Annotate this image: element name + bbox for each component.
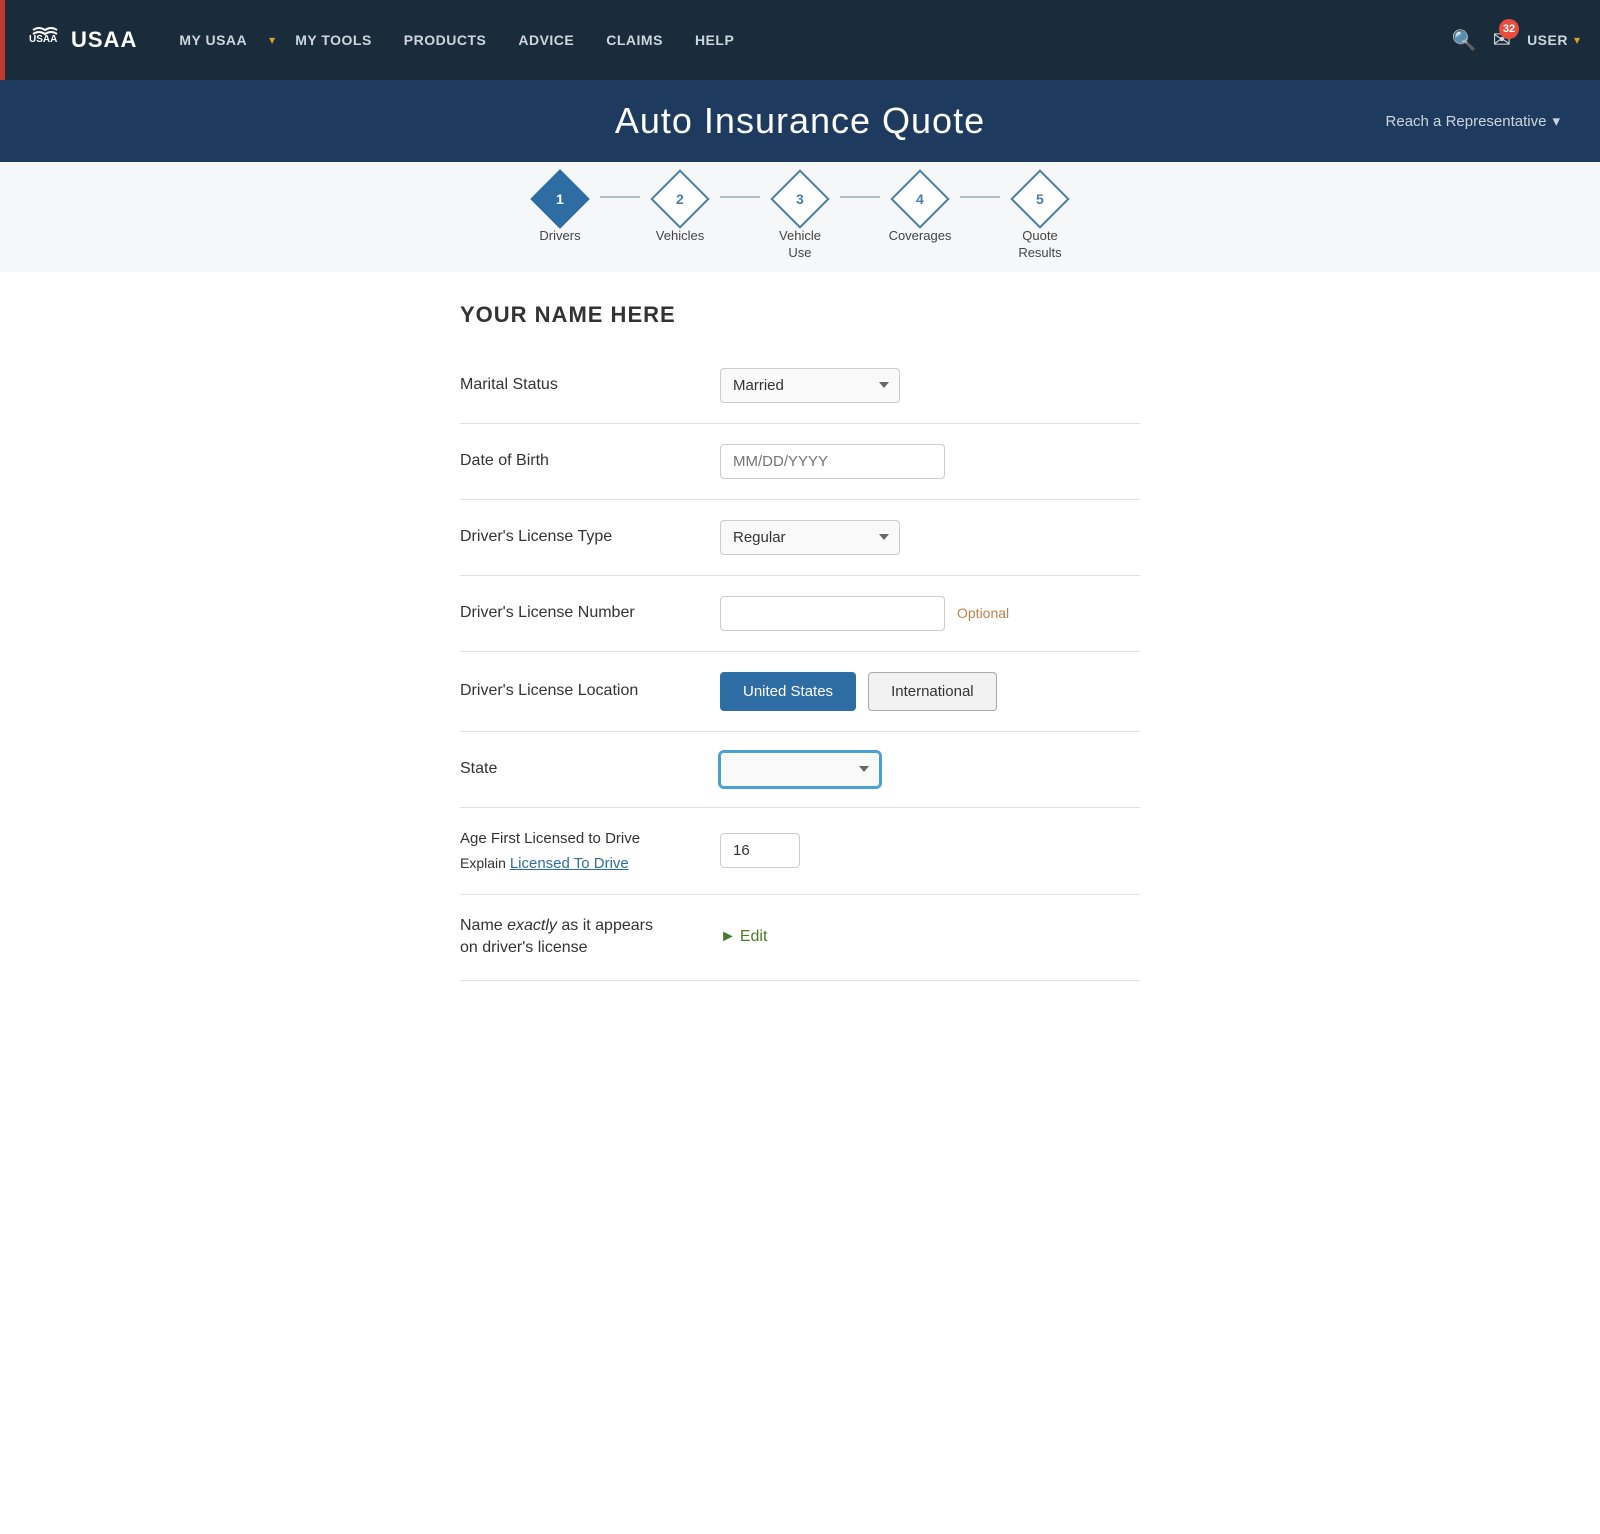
step-2-label: Vehicles [656, 228, 704, 245]
step-4-coverages[interactable]: 4 Coverages [860, 178, 980, 262]
date-of-birth-control [720, 444, 1140, 479]
state-control: Alabama Alaska Arizona California Texas [720, 752, 1140, 787]
nav-advice[interactable]: ADVICE [506, 32, 586, 48]
step-1-label: Drivers [539, 228, 580, 245]
license-location-label: Driver's License Location [460, 680, 720, 702]
step-4-number: 4 [916, 191, 924, 207]
progress-steps: 1 Drivers 2 Vehicles 3 VehicleUse 4 Cove… [0, 162, 1600, 272]
step-3-number: 3 [796, 191, 804, 207]
user-menu[interactable]: USER ▾ [1527, 32, 1580, 48]
explain-area: Explain Licensed To Drive [460, 853, 720, 874]
main-form: YOUR NAME HERE Marital Status Married Si… [420, 302, 1180, 981]
step-1-drivers[interactable]: 1 Drivers [500, 178, 620, 262]
nav-help[interactable]: HELP [683, 32, 746, 48]
date-of-birth-row: Date of Birth [460, 424, 1140, 500]
nav-claims[interactable]: CLAIMS [594, 32, 675, 48]
step-4-diamond: 4 [890, 169, 949, 228]
nav-products[interactable]: PRODUCTS [392, 32, 499, 48]
nav-right-controls: 🔍 ✉ 32 USER ▾ [1452, 27, 1580, 53]
reach-rep-chevron-icon: ▾ [1552, 112, 1560, 130]
date-of-birth-input[interactable] [720, 444, 945, 479]
step-4-label: Coverages [889, 228, 952, 245]
license-number-label: Driver's License Number [460, 602, 720, 624]
license-number-input[interactable] [720, 596, 945, 631]
search-icon[interactable]: 🔍 [1452, 28, 1477, 53]
age-licensed-control [720, 833, 1140, 868]
age-licensed-label: Age First Licensed to Drive [460, 828, 720, 849]
message-badge: 32 [1499, 19, 1519, 39]
step-5-number: 5 [1036, 191, 1044, 207]
messages-button[interactable]: ✉ 32 [1493, 27, 1511, 53]
name-on-license-row: Name exactly as it appearson driver's li… [460, 895, 1140, 981]
step-2-vehicles[interactable]: 2 Vehicles [620, 178, 740, 262]
navigation-bar: USAA USAA MY USAA ▾ MY TOOLS PRODUCTS AD… [0, 0, 1600, 80]
age-licensed-input[interactable] [720, 833, 800, 868]
age-licensed-label-area: Age First Licensed to Drive Explain Lice… [460, 828, 720, 874]
edit-label: Edit [740, 928, 768, 946]
user-chevron-icon: ▾ [1574, 33, 1580, 47]
license-type-label: Driver's License Type [460, 526, 720, 548]
explain-text: Explain [460, 855, 510, 871]
license-number-control: Optional [720, 596, 1140, 631]
reach-rep-label: Reach a Representative [1386, 113, 1547, 130]
nav-links: MY USAA ▾ MY TOOLS PRODUCTS ADVICE CLAIM… [167, 32, 1451, 48]
page-title: Auto Insurance Quote [615, 100, 985, 142]
marital-status-select[interactable]: Married Single Divorced Widowed [720, 368, 900, 403]
my-usaa-chevron-icon: ▾ [269, 33, 275, 47]
nav-my-usaa[interactable]: MY USAA [167, 32, 259, 48]
section-title: YOUR NAME HERE [460, 302, 1140, 328]
name-on-license-label: Name exactly as it appearson driver's li… [460, 915, 720, 960]
step-3-vehicle-use[interactable]: 3 VehicleUse [740, 178, 860, 262]
marital-status-row: Marital Status Married Single Divorced W… [460, 348, 1140, 424]
user-label: USER [1527, 32, 1568, 48]
edit-arrow-icon: ► [720, 928, 736, 946]
optional-label: Optional [957, 605, 1009, 621]
step-3-diamond: 3 [770, 169, 829, 228]
step-5-diamond: 5 [1010, 169, 1069, 228]
marital-status-label: Marital Status [460, 374, 720, 396]
usaa-logo-icon: USAA [25, 20, 65, 60]
logo-text: USAA [71, 27, 137, 53]
step-2-diamond: 2 [650, 169, 709, 228]
name-label-text: Name exactly as it appearson driver's li… [460, 917, 653, 956]
license-type-control: Regular Commercial Learner's Permit None [720, 520, 1140, 555]
state-row: State Alabama Alaska Arizona California … [460, 732, 1140, 808]
reach-representative-button[interactable]: Reach a Representative ▾ [1386, 112, 1560, 130]
step-5-results[interactable]: 5 QuoteResults [980, 178, 1100, 262]
step-5-label: QuoteResults [1018, 228, 1061, 262]
license-location-control: United States International [720, 672, 1140, 711]
step-1-number: 1 [556, 191, 564, 207]
marital-status-control: Married Single Divorced Widowed [720, 368, 1140, 403]
edit-button[interactable]: ► Edit [720, 928, 767, 946]
state-label: State [460, 758, 720, 780]
step-3-label: VehicleUse [779, 228, 821, 262]
license-number-row: Driver's License Number Optional [460, 576, 1140, 652]
licensed-to-drive-link[interactable]: Licensed To Drive [510, 855, 629, 872]
international-button[interactable]: International [868, 672, 997, 711]
name-on-license-control: ► Edit [720, 928, 1140, 946]
license-location-row: Driver's License Location United States … [460, 652, 1140, 732]
license-type-select[interactable]: Regular Commercial Learner's Permit None [720, 520, 900, 555]
header-banner: Auto Insurance Quote Reach a Representat… [0, 80, 1600, 162]
date-of-birth-label: Date of Birth [460, 450, 720, 472]
age-licensed-row: Age First Licensed to Drive Explain Lice… [460, 808, 1140, 895]
step-1-diamond: 1 [530, 169, 589, 228]
logo-area[interactable]: USAA USAA [25, 20, 137, 60]
svg-text:USAA: USAA [29, 34, 57, 45]
nav-my-tools[interactable]: MY TOOLS [283, 32, 384, 48]
state-select[interactable]: Alabama Alaska Arizona California Texas [720, 752, 880, 787]
step-2-number: 2 [676, 191, 684, 207]
united-states-button[interactable]: United States [720, 672, 856, 711]
license-type-row: Driver's License Type Regular Commercial… [460, 500, 1140, 576]
